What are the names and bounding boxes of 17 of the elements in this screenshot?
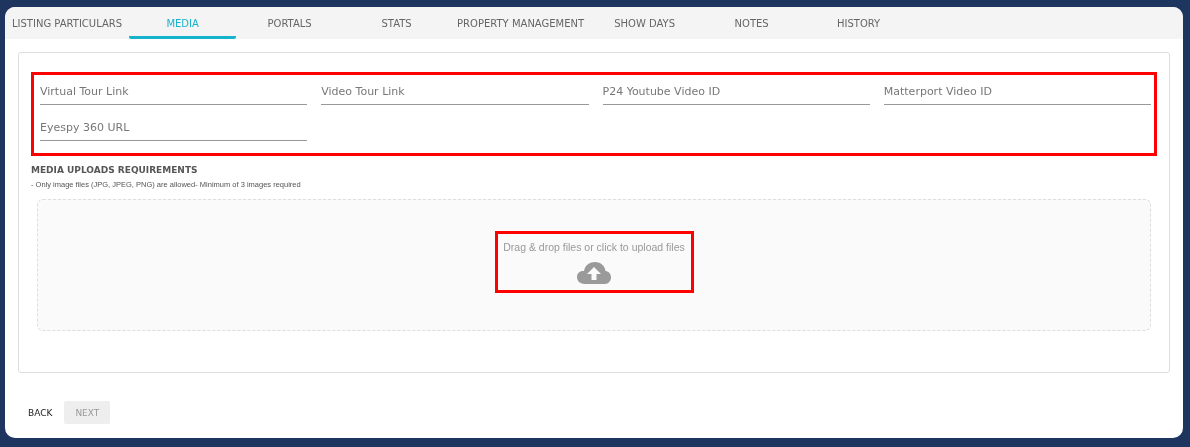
tab[interactable]: NOTES (698, 7, 806, 39)
tab[interactable]: LISTING PARTICULARS (5, 7, 130, 39)
tab[interactable]: HISTORY (805, 7, 913, 39)
dropzone-text: Drag & drop files or click to upload files (503, 241, 685, 253)
input-field[interactable]: Eyespy 360 URL (40, 117, 308, 141)
upload-dropzone[interactable]: Drag & drop files or click to upload files (37, 199, 1151, 331)
back-button[interactable]: BACK (26, 401, 55, 424)
input-field[interactable]: Matterport Video ID (883, 81, 1151, 105)
input-field[interactable]: P24 Youtube Video ID (602, 81, 870, 105)
input-field[interactable]: Video Tour Link (321, 81, 589, 105)
input-field[interactable]: Virtual Tour Link (40, 81, 308, 105)
tab[interactable]: PORTALS (236, 7, 344, 39)
tab[interactable]: PROPERTY MANAGEMENT (450, 7, 592, 39)
cloud-upload-icon (576, 261, 612, 285)
tab[interactable]: STATS (343, 7, 451, 39)
section-title: MEDIA UPLOADS REQUIREMENTS (31, 165, 199, 175)
tab[interactable]: SHOW DAYS (591, 7, 699, 39)
